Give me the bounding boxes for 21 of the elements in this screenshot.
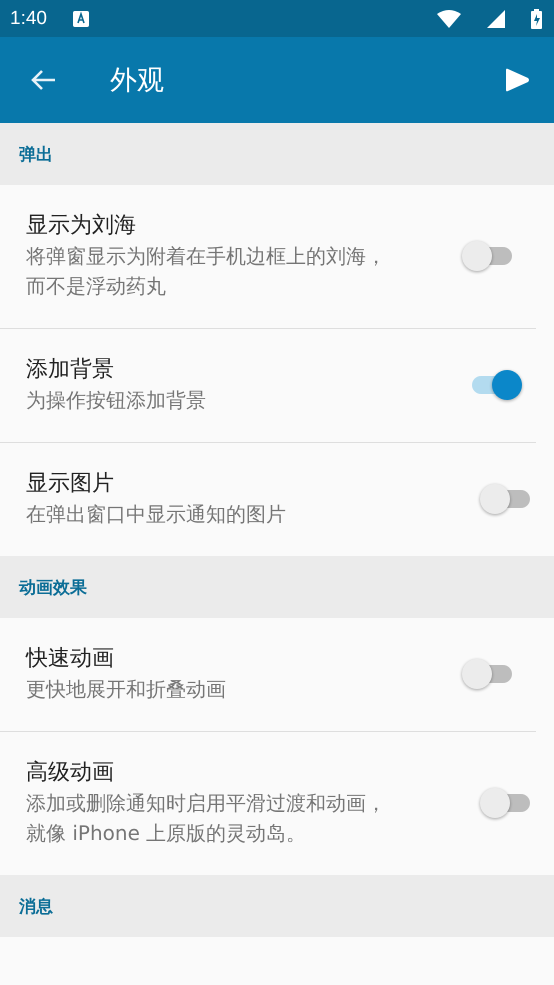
setting-description: 在弹出窗口中显示通知的图片 xyxy=(26,501,287,528)
setting-description: 更快地展开和折叠动画 xyxy=(26,676,227,703)
battery-icon xyxy=(531,8,542,28)
signal-icon xyxy=(487,10,505,28)
setting-description: 将弹窗显示为附着在手机边框上的刘海，而不是浮动药丸 xyxy=(26,243,387,300)
setting-title: 显示图片 xyxy=(26,470,115,498)
back-arrow-icon[interactable] xyxy=(30,69,56,91)
setting-description: 为操作按钮添加背景 xyxy=(26,387,207,414)
setting-title: 显示为刘海 xyxy=(26,212,137,240)
setting-title: 高级动画 xyxy=(26,759,115,787)
play-icon[interactable] xyxy=(504,68,530,92)
page-title: 外观 xyxy=(110,64,165,98)
wifi-icon xyxy=(437,10,461,28)
status-time: 1:40 xyxy=(10,8,47,30)
section-title: 动画效果 xyxy=(19,576,87,598)
setting-title: 快速动画 xyxy=(26,645,115,673)
section-title: 消息 xyxy=(19,896,53,918)
setting-title: 添加背景 xyxy=(26,356,115,384)
setting-description: 添加或删除通知时启用平滑过渡和动画，就像 iPhone 上原版的灵动岛。 xyxy=(26,790,387,847)
keyboard-icon xyxy=(72,10,89,26)
section-title: 弹出 xyxy=(19,144,53,166)
